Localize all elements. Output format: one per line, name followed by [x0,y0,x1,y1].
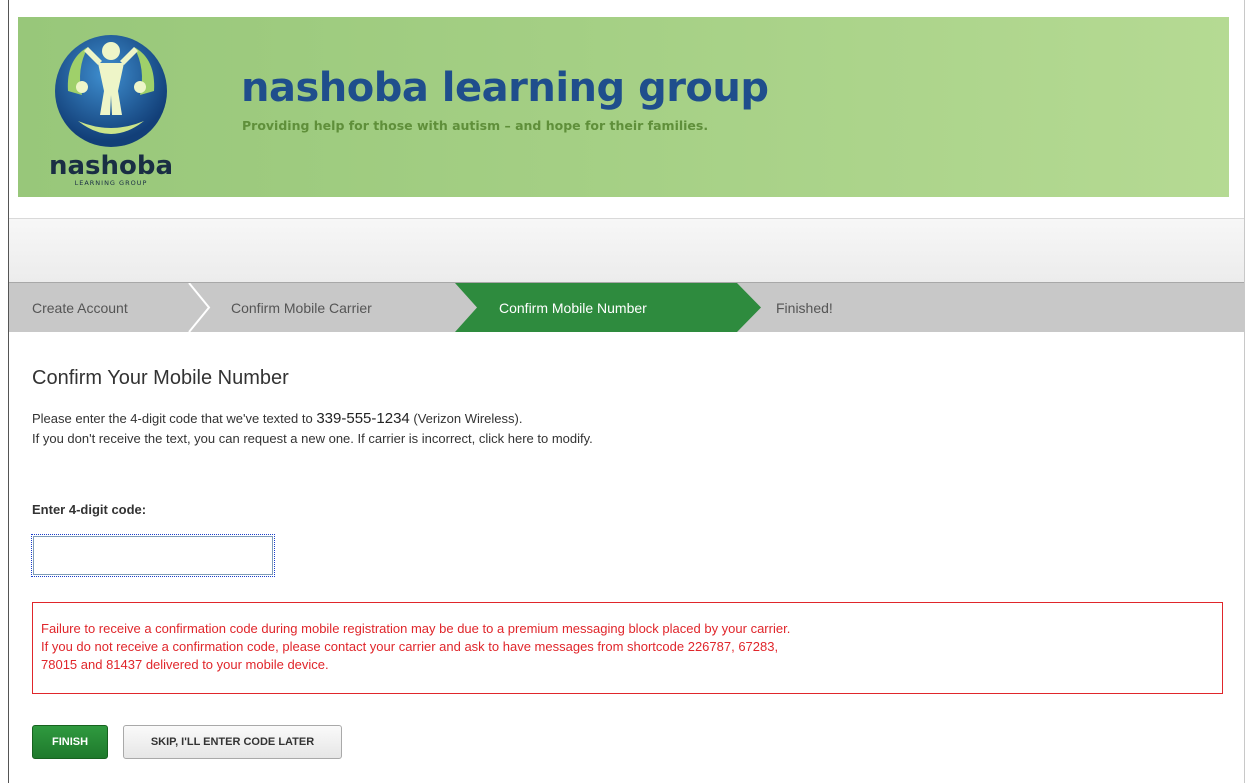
page-right-border [1244,0,1245,783]
page-title: Confirm Your Mobile Number [32,367,289,389]
instruction-line-1: Please enter the 4-digit code that we've… [32,409,593,429]
brand-name: nashoba learning group [241,65,769,111]
logo-subtext: LEARNING GROUP [75,179,148,187]
code-label: Enter 4-digit code: [32,502,147,517]
step-finished: Finished! [776,283,833,332]
progress-steps-bar: Create Account Confirm Mobile Carrier Co… [9,282,1244,332]
alert-line-3: 78015 and 81437 delivered to your mobile… [41,657,329,672]
skip-button[interactable]: SKIP, I'LL ENTER CODE LATER [123,725,342,759]
step-label: Create Account [32,299,128,316]
code-input[interactable] [31,534,275,577]
alert-line-2: If you do not receive a confirmation cod… [41,639,779,654]
page-left-border [8,0,9,783]
brand-tagline: Providing help for those with autism – a… [242,118,709,133]
phone-number: 339-555-1234 [316,410,410,427]
instruction-line-2: If you don't receive the text, you can r… [32,431,593,446]
carrier-block-alert: Failure to receive a confirmation code d… [32,602,1223,694]
step-confirm-mobile-number: Confirm Mobile Number [499,283,647,332]
finish-button[interactable]: FINISH [32,725,108,759]
logo-wordmark: nashoba [49,151,173,181]
nashoba-logo: nashoba LEARNING GROUP [49,35,173,187]
step-confirm-mobile-carrier: Confirm Mobile Carrier [231,283,372,332]
step-separator-chevron [188,283,211,332]
instruction-prefix: Please enter the 4-digit code that we've… [32,411,313,426]
instructions: Please enter the 4-digit code that we've… [32,409,593,449]
step-create-account: Create Account [32,283,128,332]
step-label: Confirm Mobile Carrier [231,299,372,316]
step-label: Confirm Mobile Number [499,299,647,316]
step-label: Finished! [776,299,833,316]
nav-band [9,219,1244,282]
alert-line-1: Failure to receive a confirmation code d… [41,621,791,636]
carrier-name: (Verizon Wireless). [413,411,523,426]
header-banner: nashoba LEARNING GROUP nashoba learning … [18,17,1229,197]
